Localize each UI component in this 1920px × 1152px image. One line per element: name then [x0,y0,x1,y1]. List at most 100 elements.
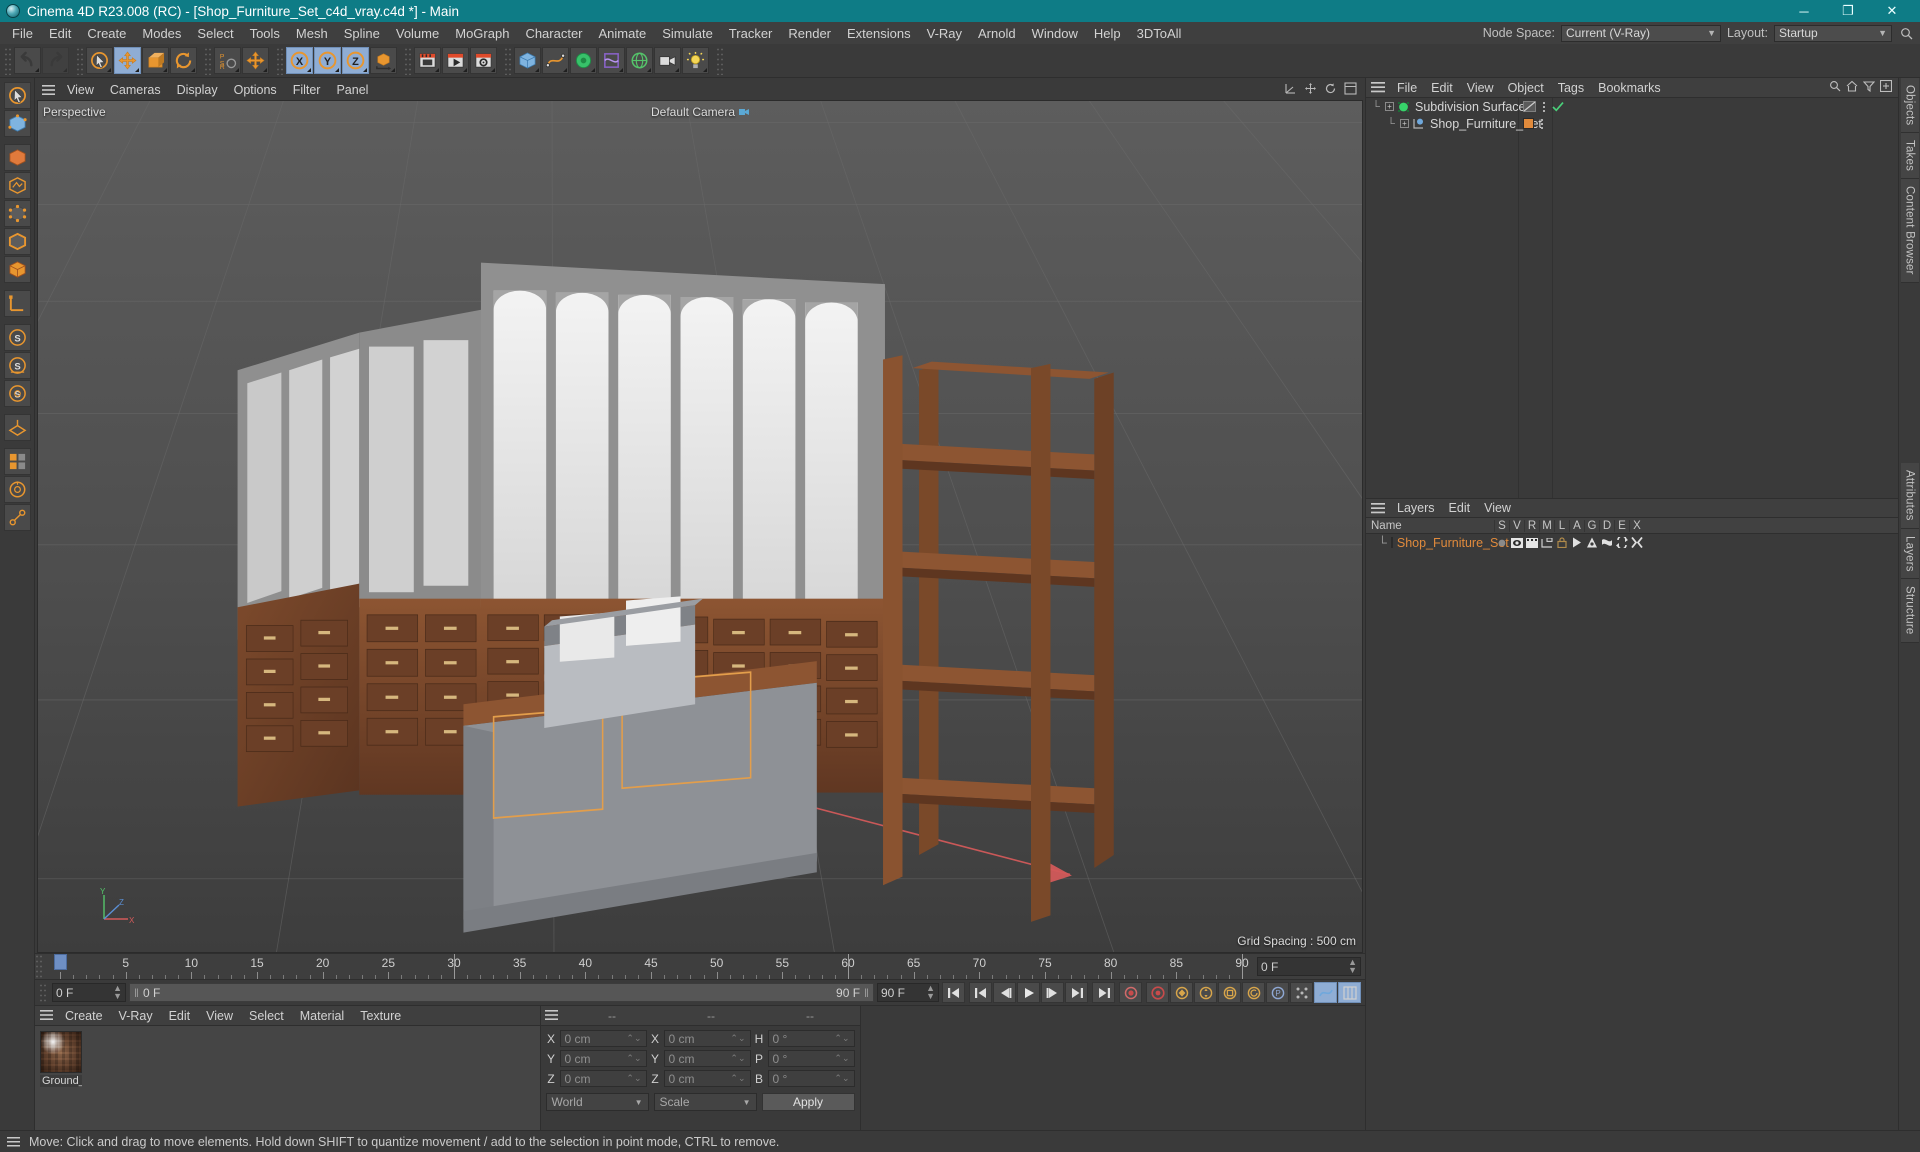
coordinates-menu-icon[interactable] [541,1010,563,1021]
material-menu-material[interactable]: Material [292,1008,352,1024]
coordinate-mode-select[interactable]: Scale ▼ [653,1093,757,1111]
select-tool-button[interactable] [86,47,113,74]
viewport-solo-off-tool[interactable]: S [3,380,31,407]
record-active-objects-button[interactable] [1119,982,1142,1003]
layer-column-a[interactable]: A [1569,519,1584,532]
go-to-next-key-button[interactable] [1065,982,1088,1003]
spinner-icon[interactable]: ⌃⌄ [730,1073,745,1084]
object-menu-file[interactable]: File [1390,80,1424,96]
coordinate-system-select[interactable]: World ▼ [545,1093,649,1111]
object-tree-item-shop-furniture-set[interactable]: └ + Shop_Furniture_Set [1366,115,1898,132]
object-menu-object[interactable]: Object [1501,80,1551,96]
object-menu-icon[interactable] [1366,82,1390,93]
toolbar-group-grip[interactable] [276,46,283,75]
expand-toggle-icon[interactable]: + [1400,119,1409,128]
layer-menu-view[interactable]: View [1477,500,1518,516]
snap-tool[interactable] [3,448,31,475]
menu-item-create[interactable]: Create [79,24,134,43]
layer-column-g[interactable]: G [1584,519,1599,532]
tag-dots-icon[interactable] [1541,118,1543,129]
spinner-icon[interactable]: ▲ ▼ [113,984,122,1000]
layer-menu-edit[interactable]: Edit [1442,500,1478,516]
material-menu-texture[interactable]: Texture [352,1008,409,1024]
go-to-end-button[interactable] [1092,982,1115,1003]
step-forward-button[interactable] [1041,982,1064,1003]
add-light-button[interactable] [682,47,709,74]
dock-tab-takes[interactable]: Takes [1900,133,1919,180]
material-menu-view[interactable]: View [198,1008,241,1024]
layer-column-l[interactable]: L [1554,519,1569,532]
menu-item-tracker[interactable]: Tracker [721,24,781,43]
coordinate-field-h-3[interactable]: 0 ° ⌃⌄ [767,1030,855,1047]
spinner-icon[interactable]: ▲ ▼ [926,984,935,1000]
menu-item-tools[interactable]: Tools [242,24,288,43]
timeline-track[interactable]: 051015202530354045505560657075808590 [43,954,1253,979]
layer-column-r[interactable]: R [1524,519,1539,532]
node-space-select[interactable]: Current (V-Ray) ▼ [1560,24,1721,42]
layer-row[interactable]: └ Shop_Furniture_Set [1366,534,1898,551]
spinner-icon[interactable]: ⌃⌄ [730,1033,745,1044]
layer-color-swatch[interactable] [1390,537,1393,548]
coordinate-field-b-3[interactable]: 0 ° ⌃⌄ [767,1070,855,1087]
menu-item-select[interactable]: Select [189,24,241,43]
dock-tab-structure[interactable]: Structure [1900,579,1919,643]
step-back-button[interactable] [993,982,1016,1003]
layer-toggle[interactable] [1614,537,1629,548]
object-menu-edit[interactable]: Edit [1424,80,1460,96]
layer-toggle[interactable] [1524,537,1539,548]
menu-item-help[interactable]: Help [1086,24,1129,43]
toolbar-grip[interactable] [4,46,11,75]
layer-toggle[interactable] [1599,537,1614,548]
viewport-3d[interactable]: Perspective Default Camera Grid Spacing … [37,100,1363,953]
layer-toggle[interactable] [1554,537,1569,548]
enable-axis-tool[interactable] [3,290,31,317]
timeline-current-frame-field[interactable]: 0 F ▲ ▼ [1257,957,1361,976]
menu-item-window[interactable]: Window [1024,24,1086,43]
add-layout-icon[interactable] [1879,79,1893,95]
kinematics-tool[interactable] [3,504,31,531]
layer-column-e[interactable]: E [1614,519,1629,532]
go-to-start-button[interactable] [942,982,965,1003]
render-view-button[interactable] [414,47,441,74]
coordinate-field-x-2[interactable]: 0 cm ⌃⌄ [663,1030,751,1047]
keyframe-selection-button[interactable] [1170,982,1193,1003]
minimize-button[interactable]: ─ [1782,0,1826,22]
layer-menu-icon[interactable] [1366,502,1390,514]
workplane-tool[interactable] [3,414,31,441]
parameter-key-button[interactable]: P [1266,982,1289,1003]
position-key-button[interactable] [1194,982,1217,1003]
menu-item-animate[interactable]: Animate [591,24,655,43]
dock-tab-content-browser[interactable]: Content Browser [1900,179,1919,284]
material-menu-v-ray[interactable]: V-Ray [111,1008,161,1024]
make-editable-tool[interactable] [3,110,31,137]
viewport-menu-icon[interactable] [37,84,59,96]
edges-mode-tool[interactable] [3,228,31,255]
spinner-icon[interactable]: ▲ ▼ [1348,958,1357,974]
material-item[interactable]: Ground_ [40,1031,82,1125]
preview-range-bar[interactable]: ‖ 0 F 90 F ‖ [129,983,874,1002]
add-generator-button[interactable] [570,47,597,74]
material-menu-create[interactable]: Create [57,1008,111,1024]
layer-column-s[interactable]: S [1494,519,1509,532]
timeline-playhead[interactable] [54,954,67,970]
search-icon[interactable] [1898,25,1914,41]
timeline-ruler[interactable]: 051015202530354045505560657075808590 0 F… [35,953,1365,979]
viewport-move-icon[interactable] [1304,82,1317,98]
spinner-icon[interactable]: ⌃⌄ [834,1033,849,1044]
point-level-animation-button[interactable] [1290,982,1313,1003]
layer-column-m[interactable]: M [1539,519,1554,532]
scale-tool-button[interactable] [142,47,169,74]
spinner-icon[interactable]: ⌃⌄ [626,1033,641,1044]
coordinate-field-y-1[interactable]: 0 cm ⌃⌄ [559,1050,647,1067]
menu-item-extensions[interactable]: Extensions [839,24,919,43]
lock-y-button[interactable]: Y [314,47,341,74]
model-mode-tool[interactable] [3,144,31,171]
layer-column-x[interactable]: X [1629,519,1644,532]
viewport-axis-icon[interactable] [1284,82,1297,98]
coordinate-field-z-2[interactable]: 0 cm ⌃⌄ [663,1070,751,1087]
coordinate-field-z-1[interactable]: 0 cm ⌃⌄ [559,1070,647,1087]
scale-key-button[interactable] [1218,982,1241,1003]
polygons-mode-tool[interactable] [3,256,31,283]
layer-toggle[interactable] [1569,537,1584,548]
viewport-menu-filter[interactable]: Filter [285,82,329,98]
